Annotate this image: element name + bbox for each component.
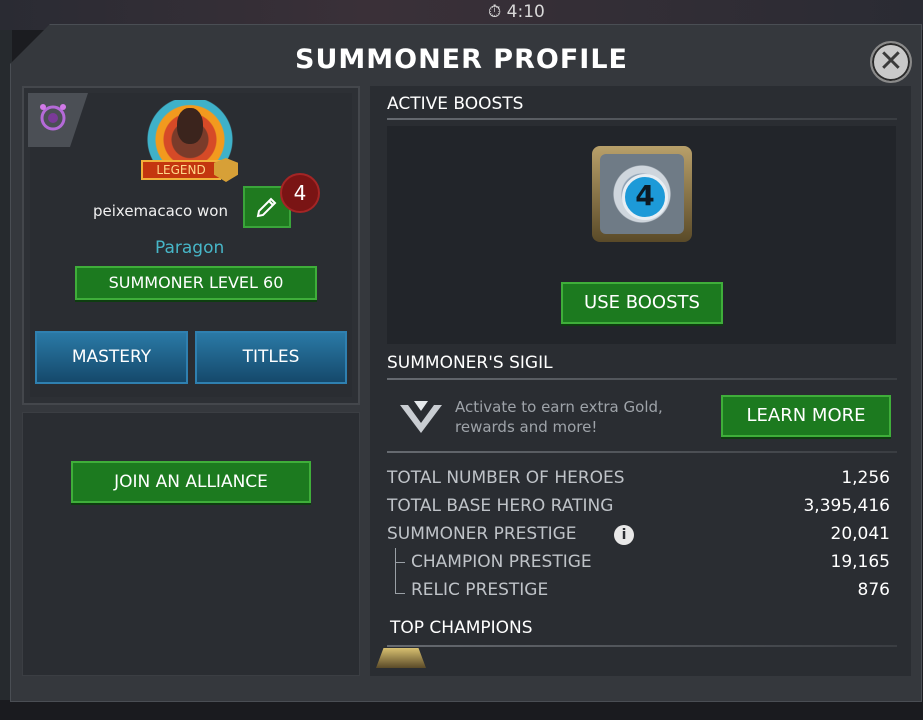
stat-label: SUMMONER PRESTIGE	[387, 524, 577, 544]
join-alliance-button[interactable]: JOIN AN ALLIANCE	[71, 461, 311, 503]
stat-value: 876	[857, 580, 890, 600]
timer-icon: ⏱	[488, 2, 502, 22]
pencil-icon	[256, 197, 277, 218]
boost-icon[interactable]: 4	[592, 146, 692, 242]
sigil-description: Activate to earn extra Gold, rewards and…	[455, 398, 663, 436]
summoner-level-button[interactable]: SUMMONER LEVEL 60	[75, 266, 317, 300]
avatar-face	[177, 108, 203, 144]
tree-connector	[395, 562, 405, 563]
stat-label: TOTAL BASE HERO RATING	[387, 496, 614, 516]
sigil-heading: SUMMONER'S SIGIL	[387, 353, 553, 373]
close-icon: ✕	[878, 44, 904, 79]
stat-label: RELIC PRESTIGE	[411, 580, 549, 600]
learn-more-button[interactable]: LEARN MORE	[721, 395, 891, 437]
stat-label: CHAMPION PRESTIGE	[411, 552, 592, 572]
modal-title: SUMMONER PROFILE	[295, 44, 628, 75]
use-boosts-button[interactable]: USE BOOSTS	[561, 282, 723, 324]
divider	[387, 645, 897, 647]
info-icon[interactable]: i	[614, 525, 634, 545]
top-champions-heading: TOP CHAMPIONS	[390, 618, 533, 638]
status-timer: ⏱ 4:10	[488, 2, 545, 22]
tree-connector	[395, 593, 405, 594]
stat-value: 20,041	[830, 524, 890, 544]
fantastic-four-icon: 4	[622, 174, 668, 220]
divider	[387, 118, 897, 120]
divider	[387, 378, 897, 380]
player-title[interactable]: Paragon	[155, 238, 224, 258]
summoner-avatar[interactable]	[147, 100, 233, 166]
tab-titles[interactable]: TITLES	[195, 331, 347, 384]
notification-count-badge: 4	[280, 173, 320, 213]
summoner-name: peixemacaco won	[93, 202, 228, 220]
stat-value: 19,165	[830, 552, 890, 572]
stat-label: TOTAL NUMBER OF HEROES	[387, 468, 625, 488]
alliance-panel	[22, 412, 360, 676]
tree-connector	[395, 548, 396, 594]
stat-value: 3,395,416	[803, 496, 890, 516]
tab-mastery[interactable]: MASTERY	[35, 331, 188, 384]
rank-badge: LEGEND	[141, 160, 221, 180]
divider	[387, 451, 897, 453]
active-boosts-heading: ACTIVE BOOSTS	[387, 94, 524, 114]
timer-text: 4:10	[506, 2, 545, 22]
close-button[interactable]: ✕	[870, 41, 912, 83]
boost-icon-inner: 4	[600, 154, 684, 234]
stat-value: 1,256	[841, 468, 890, 488]
sigil-icon	[400, 401, 442, 433]
background-bottom	[0, 700, 923, 720]
champion-thumbnail[interactable]	[376, 648, 426, 668]
